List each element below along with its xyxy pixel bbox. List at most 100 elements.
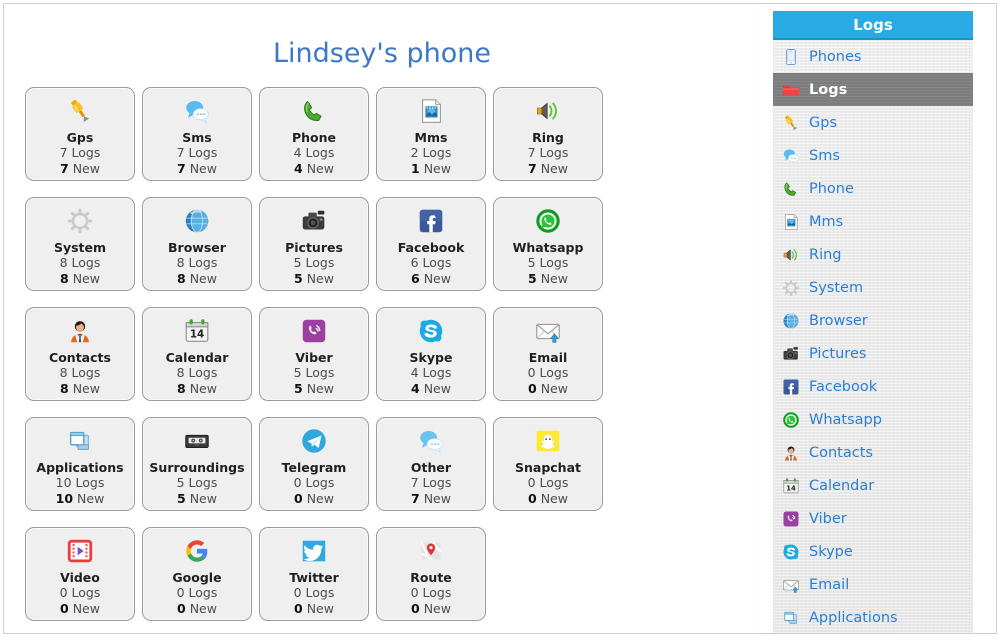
log-tile-skype[interactable]: Skype 4 Logs 4 New bbox=[376, 307, 486, 401]
browser-globe-icon bbox=[780, 310, 801, 331]
tile-label: Sms bbox=[182, 130, 212, 145]
tile-new-count: 5 New bbox=[528, 271, 568, 286]
log-tile-pictures[interactable]: Pictures 5 Logs 5 New bbox=[259, 197, 369, 291]
sidebar-item-whatsapp[interactable]: Whatsapp bbox=[773, 403, 973, 436]
pictures-camera-icon bbox=[780, 343, 801, 364]
tile-new-count: 8 New bbox=[177, 381, 217, 396]
tile-label: Whatsapp bbox=[512, 240, 584, 255]
sidebar-item-label: Calendar bbox=[809, 477, 875, 494]
ring-speaker-icon bbox=[780, 244, 801, 265]
sidebar-item-label: Mms bbox=[809, 213, 844, 230]
tile-label: Phone bbox=[291, 130, 337, 145]
sidebar-item-viber[interactable]: Viber bbox=[773, 502, 973, 535]
sidebar-item-label: Phone bbox=[809, 180, 854, 197]
sidebar-item-label: Skype bbox=[809, 543, 853, 560]
contacts-person-icon bbox=[63, 315, 97, 347]
sidebar-item-label: Viber bbox=[809, 510, 847, 527]
log-tile-viber[interactable]: Viber 5 Logs 5 New bbox=[259, 307, 369, 401]
gps-pin-icon bbox=[780, 112, 801, 133]
sidebar-item-browser[interactable]: Browser bbox=[773, 304, 973, 337]
tile-log-count: 8 Logs bbox=[176, 365, 218, 380]
sidebar-item-ring[interactable]: Ring bbox=[773, 238, 973, 271]
tile-label: Gps bbox=[66, 130, 94, 145]
tile-log-count: 0 Logs bbox=[293, 475, 335, 490]
sidebar-item-facebook[interactable]: Facebook bbox=[773, 370, 973, 403]
tile-new-count: 8 New bbox=[60, 381, 100, 396]
tile-label: Snapchat bbox=[514, 460, 581, 475]
tile-label: Contacts bbox=[49, 350, 111, 365]
log-tile-whatsapp[interactable]: Whatsapp 5 Logs 5 New bbox=[493, 197, 603, 291]
sidebar-item-email[interactable]: Email bbox=[773, 568, 973, 601]
sidebar-item-skype[interactable]: Skype bbox=[773, 535, 973, 568]
contacts-person-icon bbox=[780, 442, 801, 463]
tile-label: Other bbox=[410, 460, 452, 475]
tile-log-count: 0 Logs bbox=[527, 475, 569, 490]
log-tile-twitter[interactable]: Twitter 0 Logs 0 New bbox=[259, 527, 369, 621]
sidebar-item-pictures[interactable]: Pictures bbox=[773, 337, 973, 370]
sidebar-item-phone[interactable]: Phone bbox=[773, 172, 973, 205]
sidebar-item-mms[interactable]: Mms bbox=[773, 205, 973, 238]
sidebar-item-phones[interactable]: Phones bbox=[773, 40, 973, 73]
mms-image-icon bbox=[780, 211, 801, 232]
log-tile-contacts[interactable]: Contacts 8 Logs 8 New bbox=[25, 307, 135, 401]
whatsapp-icon bbox=[531, 205, 565, 237]
tile-label: System bbox=[53, 240, 107, 255]
tile-new-count: 5 New bbox=[294, 381, 334, 396]
calendar-icon: 14 bbox=[780, 475, 801, 496]
tile-new-count: 0 New bbox=[528, 381, 568, 396]
calendar-icon: 14 bbox=[180, 315, 214, 347]
log-tile-telegram[interactable]: Telegram 0 Logs 0 New bbox=[259, 417, 369, 511]
tile-new-count: 0 New bbox=[177, 601, 217, 616]
log-tile-surroundings[interactable]: Surroundings 5 Logs 5 New bbox=[142, 417, 252, 511]
video-film-icon bbox=[63, 535, 97, 567]
log-tile-video[interactable]: Video 0 Logs 0 New bbox=[25, 527, 135, 621]
phone-handset-icon bbox=[297, 95, 331, 127]
log-tile-phone[interactable]: Phone 4 Logs 4 New bbox=[259, 87, 369, 181]
tile-log-count: 7 Logs bbox=[176, 145, 218, 160]
tile-label: Facebook bbox=[397, 240, 465, 255]
sidebar-item-sms[interactable]: Sms bbox=[773, 139, 973, 172]
tile-log-count: 2 Logs bbox=[410, 145, 452, 160]
sidebar-item-contacts[interactable]: Contacts bbox=[773, 436, 973, 469]
log-tile-other[interactable]: Other 7 Logs 7 New bbox=[376, 417, 486, 511]
log-tile-applications[interactable]: Applications 10 Logs 10 New bbox=[25, 417, 135, 511]
sidebar-item-gps[interactable]: Gps bbox=[773, 106, 973, 139]
sidebar-header: Logs bbox=[773, 11, 973, 40]
main-content-panel: Lindsey's phone Gps 7 Logs 7 New Sms 7 Logs 7… bbox=[3, 3, 760, 634]
log-tile-sms[interactable]: Sms 7 Logs 7 New bbox=[142, 87, 252, 181]
tile-label: Video bbox=[60, 570, 100, 585]
tile-label: Ring bbox=[532, 130, 564, 145]
log-tile-ring[interactable]: Ring 7 Logs 7 New bbox=[493, 87, 603, 181]
log-tile-snapchat[interactable]: Snapchat 0 Logs 0 New bbox=[493, 417, 603, 511]
sidebar-item-logs[interactable]: Logs bbox=[773, 73, 973, 106]
pictures-camera-icon bbox=[297, 205, 331, 237]
sidebar-item-label: Whatsapp bbox=[809, 411, 882, 428]
log-tile-facebook[interactable]: Facebook 6 Logs 6 New bbox=[376, 197, 486, 291]
tile-label: Applications bbox=[36, 460, 124, 475]
log-tile-route[interactable]: Route 0 Logs 0 New bbox=[376, 527, 486, 621]
log-tile-google[interactable]: Google 0 Logs 0 New bbox=[142, 527, 252, 621]
sidebar-item-calendar[interactable]: 14 Calendar bbox=[773, 469, 973, 502]
whatsapp-icon bbox=[780, 409, 801, 430]
telegram-icon bbox=[297, 425, 331, 457]
sidebar-item-label: Email bbox=[809, 576, 850, 593]
sidebar-item-applications[interactable]: Applications bbox=[773, 601, 973, 633]
tile-new-count: 0 New bbox=[528, 491, 568, 506]
sidebar-item-label: System bbox=[809, 279, 864, 296]
tile-log-count: 7 Logs bbox=[410, 475, 452, 490]
log-tile-gps[interactable]: Gps 7 Logs 7 New bbox=[25, 87, 135, 181]
log-tile-browser[interactable]: Browser 8 Logs 8 New bbox=[142, 197, 252, 291]
log-tile-mms[interactable]: Mms 2 Logs 1 New bbox=[376, 87, 486, 181]
log-tile-calendar[interactable]: 14 Calendar 8 Logs 8 New bbox=[142, 307, 252, 401]
sidebar-item-label: Pictures bbox=[809, 345, 867, 362]
sidebar-item-label: Logs bbox=[809, 81, 848, 98]
tile-new-count: 7 New bbox=[411, 491, 451, 506]
system-gear-icon bbox=[63, 205, 97, 237]
page-title: Lindsey's phone bbox=[272, 38, 492, 69]
sms-bubble-icon bbox=[780, 145, 801, 166]
log-tile-system[interactable]: System 8 Logs 8 New bbox=[25, 197, 135, 291]
sidebar-item-system[interactable]: System bbox=[773, 271, 973, 304]
tile-log-count: 8 Logs bbox=[59, 255, 101, 270]
log-tile-email[interactable]: Email 0 Logs 0 New bbox=[493, 307, 603, 401]
other-bubble-icon bbox=[414, 425, 448, 457]
